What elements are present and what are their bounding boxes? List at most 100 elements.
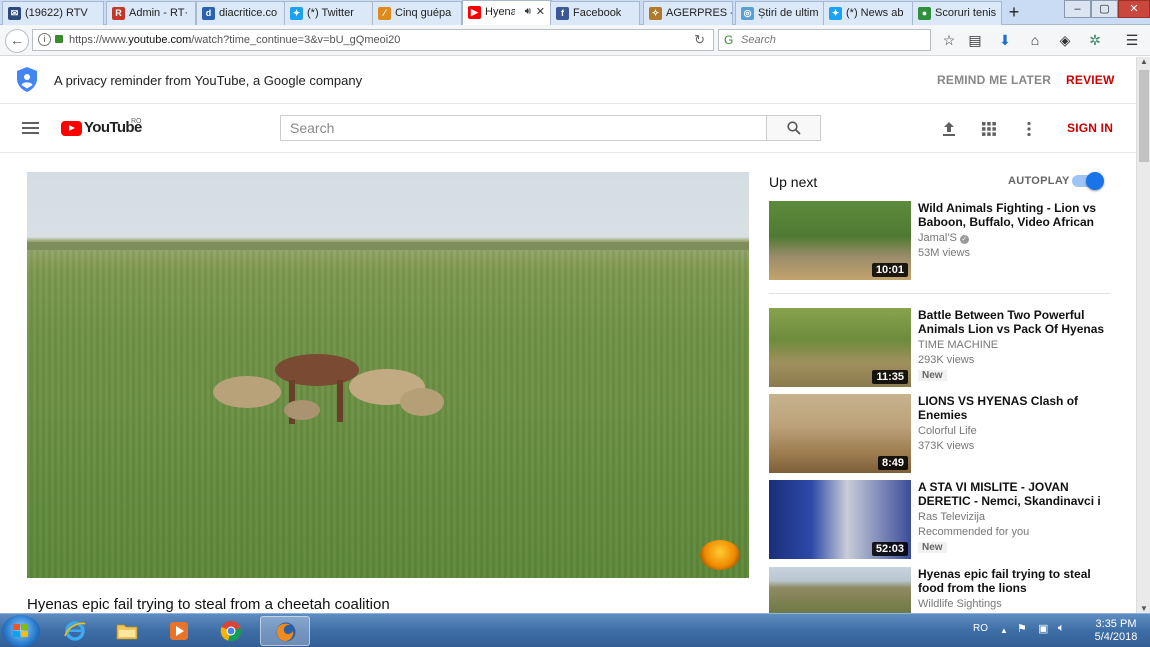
video-thumbnail[interactable]	[769, 567, 911, 613]
video-thumbnail[interactable]: 52:03	[769, 480, 911, 559]
browser-tab[interactable]: d diacritice.co	[196, 1, 286, 25]
firefox-icon	[276, 622, 296, 642]
view-count: Recommended for you	[918, 526, 1030, 538]
globe-icon: ◎	[741, 7, 754, 20]
channel-watermark-icon	[700, 540, 740, 570]
channel-name-text: Ras Televizija	[918, 511, 986, 523]
taskbar-chrome[interactable]	[206, 616, 256, 646]
up-next-item[interactable]: Hyenas epic fail trying to steal food fr…	[769, 567, 1109, 613]
tumblr-icon: ✉	[8, 7, 21, 20]
browser-tab-label: Știri de ultim	[758, 7, 819, 19]
taskbar-internet-explorer[interactable]	[50, 616, 100, 646]
download-icon[interactable]: ⬇	[995, 30, 1015, 50]
browser-tab-label: AGERPRES -	[666, 7, 732, 19]
up-next-title[interactable]: Battle Between Two Powerful Animals Lion…	[918, 308, 1108, 336]
autoplay-toggle[interactable]	[1072, 172, 1104, 190]
up-next-title[interactable]: Hyenas epic fail trying to steal food fr…	[918, 567, 1108, 595]
browser-tab-label: Scoruri tenis	[935, 7, 997, 19]
bookmark-star-icon[interactable]: ☆	[939, 30, 959, 50]
browser-tab[interactable]: ✉ (19622) RTV	[2, 1, 104, 25]
browser-tab[interactable]: ◎ Știri de ultim	[735, 1, 825, 25]
show-hidden-icons-icon[interactable]: ▲	[1000, 626, 1008, 635]
reload-icon[interactable]: ↻	[694, 30, 705, 50]
apps-grid-icon[interactable]	[980, 120, 998, 138]
video-duration: 8:49	[877, 456, 908, 470]
up-next-title[interactable]: A STA VI MISLITE - JOVAN DERETIC - Nemci…	[918, 480, 1108, 508]
taskbar-file-explorer[interactable]	[102, 616, 152, 646]
network-icon[interactable]: ▣	[1038, 622, 1048, 635]
taskbar-media-player[interactable]	[154, 616, 204, 646]
menu-icon[interactable]: ☰	[1122, 30, 1142, 50]
channel-name[interactable]: Wildlife Sightings	[918, 598, 1002, 610]
volume-icon[interactable]: 🔈︎	[1058, 622, 1065, 635]
video-thumbnail[interactable]: 8:49	[769, 394, 911, 473]
clock-time: 3:35 PM	[1095, 618, 1137, 630]
video-thumbnail[interactable]: 11:35	[769, 308, 911, 387]
browser-tab[interactable]: ✦ (*) Twitter	[284, 1, 374, 25]
extension-icon[interactable]: ✲	[1085, 30, 1105, 50]
browser-tab[interactable]: ✧ AGERPRES -	[643, 1, 733, 25]
info-icon[interactable]: i	[38, 33, 51, 46]
video-player[interactable]	[27, 172, 749, 578]
maximize-button[interactable]: ▢	[1091, 0, 1118, 18]
up-next-title[interactable]: Wild Animals Fighting - Lion vs Baboon, …	[918, 201, 1108, 229]
up-next-item[interactable]: 10:01 Wild Animals Fighting - Lion vs Bab…	[769, 201, 1109, 281]
agerpres-icon: ✧	[649, 7, 662, 20]
video-duration: 10:01	[871, 263, 908, 277]
close-window-button[interactable]: ✕	[1118, 0, 1150, 18]
taskbar-firefox[interactable]	[260, 616, 310, 646]
youtube-search-input[interactable]: Search	[280, 115, 767, 141]
up-next-title[interactable]: LIONS VS HYENAS Clash of Enemies	[918, 394, 1108, 422]
reading-list-icon[interactable]: ▤	[965, 30, 985, 50]
shield-icon	[17, 67, 37, 92]
up-next-item[interactable]: 52:03 A STA VI MISLITE - JOVAN DERETIC - …	[769, 480, 1109, 560]
more-options-icon[interactable]	[1020, 120, 1038, 138]
new-tab-button[interactable]: +	[1003, 2, 1025, 23]
browser-tab[interactable]: ⁄ Cinq guépa	[372, 1, 462, 25]
scrollbar-thumb[interactable]	[1139, 70, 1149, 162]
channel-name-text: Wildlife Sightings	[918, 598, 1002, 610]
channel-name[interactable]: Jamal'S ✓	[918, 232, 969, 244]
review-button[interactable]: REVIEW	[1066, 73, 1115, 87]
upload-icon[interactable]	[940, 120, 958, 138]
home-icon[interactable]: ⌂	[1025, 30, 1045, 50]
browser-tab[interactable]: ▶ Hyena 🔊︎ ✕	[462, 0, 552, 26]
browser-search-field[interactable]: G Search	[718, 29, 931, 51]
video-duration: 11:35	[872, 370, 908, 384]
minimize-button[interactable]: –	[1064, 0, 1091, 18]
video-horizon	[27, 242, 749, 250]
up-next-heading: Up next	[769, 174, 818, 190]
browser-tab[interactable]: ● Scoruri tenis	[912, 1, 1002, 25]
remind-me-later-button[interactable]: REMIND ME LATER	[937, 73, 1051, 87]
channel-name[interactable]: TIME MACHINE	[918, 339, 998, 351]
scroll-up-icon[interactable]: ▲	[1140, 57, 1148, 66]
channel-name[interactable]: Ras Televizija	[918, 511, 985, 523]
new-badge: New	[918, 542, 947, 553]
pocket-icon[interactable]: ◈	[1055, 30, 1075, 50]
tab-audio-icon[interactable]: 🔊︎	[525, 1, 531, 23]
up-next-divider	[769, 293, 1110, 294]
browser-tab[interactable]: R Admin - RT·	[106, 1, 196, 25]
youtube-search-button[interactable]	[766, 115, 821, 141]
up-next-item[interactable]: 11:35 Battle Between Two Powerful Animals…	[769, 308, 1109, 388]
video-thumbnail[interactable]: 10:01	[769, 201, 911, 280]
back-button[interactable]: ←	[5, 29, 29, 53]
address-bar[interactable]: i https://www.youtube.com/watch?time_con…	[32, 29, 714, 51]
system-clock[interactable]: 3:35 PM 5/4/2018	[1086, 618, 1146, 644]
up-next-item[interactable]: 8:49 LIONS VS HYENAS Clash of Enemies Colo…	[769, 394, 1109, 474]
brush-icon: ⁄	[378, 7, 391, 20]
page-scrollbar[interactable]: ▲ ▼	[1136, 57, 1150, 613]
action-center-flag-icon[interactable]: ⚑	[1017, 622, 1027, 635]
sign-in-button[interactable]: SIGN IN	[1067, 121, 1113, 135]
browser-tab[interactable]: ✦ (*) News ab	[823, 1, 913, 25]
start-button[interactable]	[2, 615, 40, 647]
close-tab-icon[interactable]: ✕	[536, 1, 545, 23]
guide-menu-icon[interactable]	[22, 122, 39, 134]
browser-tab[interactable]: f Facebook	[550, 1, 640, 25]
browser-tab-label: Hyena	[485, 6, 515, 18]
url-prefix: https://www.	[69, 34, 129, 46]
input-language-indicator[interactable]: RO	[973, 623, 988, 634]
channel-name-text: Jamal'S	[918, 232, 957, 244]
channel-name[interactable]: Colorful Life	[918, 425, 977, 437]
scroll-down-icon[interactable]: ▼	[1140, 604, 1148, 613]
